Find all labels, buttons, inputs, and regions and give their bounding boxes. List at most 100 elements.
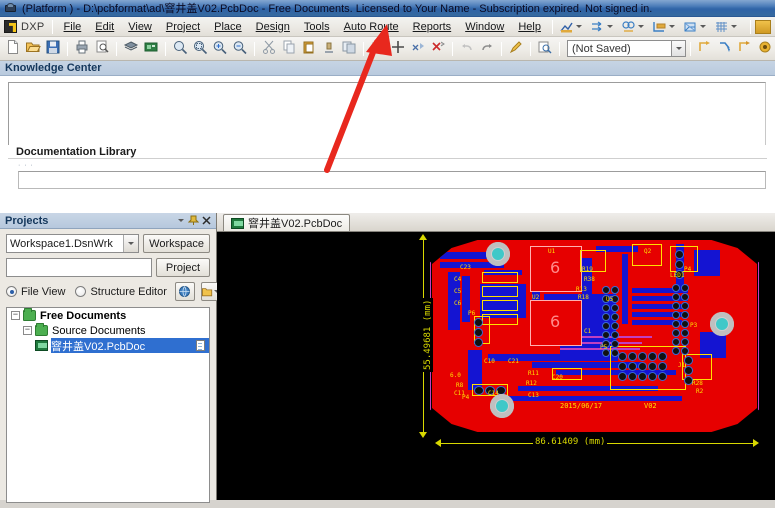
move-button[interactable] — [388, 39, 408, 59]
deselect-button[interactable] — [428, 39, 448, 59]
zoom-out-button[interactable] — [230, 39, 250, 59]
menu-reports[interactable]: Reports — [406, 18, 459, 36]
extra-toolbar-icon[interactable] — [755, 19, 771, 34]
menu-file[interactable]: File — [57, 18, 89, 36]
tree-node-pcb-document[interactable]: 窨井盖V02.PcbDoc — [7, 338, 209, 353]
file-view-radio[interactable] — [6, 286, 17, 297]
zoom-area-button[interactable] — [170, 39, 190, 59]
grid-icon — [714, 20, 729, 34]
menu-bar: DXP File Edit View Project Place Design … — [0, 17, 775, 37]
pcb-canvas[interactable]: 6 6 U1 C23 C4 C5 C6 P6 C10 C21 6.0 R8 C1… — [217, 232, 775, 500]
print-preview-button[interactable] — [92, 39, 112, 59]
place-arc-button[interactable] — [735, 39, 755, 59]
save-button[interactable] — [43, 39, 63, 59]
menu-auto-route[interactable]: Auto Route — [337, 18, 406, 36]
open-document-button[interactable] — [23, 39, 43, 59]
project-tree[interactable]: − Free Documents − Source Documents 窨井盖V… — [6, 307, 210, 503]
board-shape-dropdown-icon[interactable] — [668, 25, 675, 28]
workspace-select[interactable]: Workspace1.DsnWrk — [6, 234, 140, 253]
pcb-designator-c6: C6 — [454, 300, 462, 307]
menu-window-label: Window — [465, 20, 505, 33]
workspace-button[interactable]: Workspace — [143, 234, 210, 253]
tree-node-pcb-document-selected[interactable]: 窨井盖V02.PcbDoc — [51, 338, 209, 353]
pin-icon[interactable] — [187, 214, 200, 227]
grid-dropdown-icon[interactable] — [730, 25, 737, 28]
expander-icon[interactable]: − — [23, 326, 32, 335]
menu-separator-1 — [51, 19, 53, 34]
board-shape-button[interactable] — [650, 20, 681, 34]
pcb-document-icon — [231, 217, 244, 229]
tab-pcb-document[interactable]: 窨井盖V02.PcbDoc — [223, 214, 351, 231]
redo-button[interactable] — [477, 39, 497, 59]
menu-edit[interactable]: Edit — [88, 18, 121, 36]
view-mode-row: File View Structure Editor — [6, 282, 225, 301]
place-track-button[interactable] — [715, 39, 735, 59]
pcb-silk-date: 2015/06/17 — [560, 402, 603, 410]
route-dropdown-icon[interactable] — [606, 25, 613, 28]
pcb-designator-r28: R28 — [692, 380, 703, 387]
dxp-button[interactable]: DXP — [4, 20, 45, 33]
tree-node-source-documents[interactable]: − Source Documents — [7, 323, 209, 338]
pcb-designator-f1: LED1 — [670, 272, 685, 279]
copy-button[interactable] — [279, 39, 299, 59]
highlight-button[interactable] — [506, 39, 526, 59]
pcb-designator-u2: U2 — [532, 294, 540, 301]
new-document-button[interactable] — [3, 39, 23, 59]
folder-icon — [35, 323, 48, 336]
document-selector-dropdown[interactable] — [672, 40, 686, 57]
panel-menu-icon[interactable] — [174, 214, 187, 227]
dimension-arrow-up-icon — [419, 234, 427, 240]
menu-design[interactable]: Design — [249, 18, 297, 36]
move-icon — [390, 39, 406, 58]
copy-icon — [281, 39, 297, 58]
undo-button[interactable] — [457, 39, 477, 59]
workspace-select-dropdown[interactable] — [123, 235, 139, 252]
documentation-library-title: Documentation Library — [16, 145, 137, 158]
place-line-button[interactable] — [695, 39, 715, 59]
menu-window[interactable]: Window — [458, 18, 511, 36]
dimension-button[interactable] — [619, 20, 650, 34]
net-analysis-button[interactable] — [557, 20, 588, 34]
dimension-arrow-down-icon — [419, 432, 427, 438]
browse-components-button[interactable] — [535, 39, 555, 59]
print-button[interactable] — [72, 39, 92, 59]
layer-stack-dropdown-icon[interactable] — [699, 25, 706, 28]
select-area-button[interactable] — [368, 39, 388, 59]
menu-project[interactable]: Project — [159, 18, 207, 36]
menu-file-label: File — [63, 20, 82, 33]
board-3d-button[interactable] — [121, 39, 141, 59]
knowledge-center-panel: Knowledge Center Documentation Library ·… — [0, 61, 775, 213]
globe-button[interactable] — [174, 282, 195, 301]
cut-button[interactable] — [259, 39, 279, 59]
document-selector[interactable]: (Not Saved) — [567, 40, 672, 57]
dimension-dropdown-icon[interactable] — [637, 25, 644, 28]
project-button[interactable]: Project — [156, 258, 210, 277]
net-analysis-dropdown-icon[interactable] — [575, 25, 582, 28]
structure-editor-radio[interactable] — [75, 286, 87, 297]
toolbar-separator-9 — [559, 41, 560, 56]
board-planner-button[interactable] — [141, 39, 161, 59]
file-view-label: File View — [21, 285, 66, 298]
clear-selection-button[interactable] — [408, 39, 428, 59]
layer-stack-button[interactable] — [681, 20, 712, 34]
route-button[interactable] — [588, 20, 619, 34]
menu-view[interactable]: View — [121, 18, 159, 36]
clone-button[interactable] — [339, 39, 359, 59]
board-shape-icon — [652, 20, 667, 34]
rubber-stamp-button[interactable] — [319, 39, 339, 59]
paste-button[interactable] — [299, 39, 319, 59]
tree-node-free-documents[interactable]: − Free Documents — [7, 308, 209, 323]
projects-panel-title: Projects — [5, 214, 49, 227]
menu-place[interactable]: Place — [207, 18, 249, 36]
menu-tools[interactable]: Tools — [297, 18, 337, 36]
close-icon[interactable] — [200, 214, 213, 227]
zoom-fit-button[interactable] — [190, 39, 210, 59]
place-arc-icon — [737, 39, 753, 58]
place-pad-button[interactable] — [755, 39, 775, 59]
menu-help[interactable]: Help — [511, 18, 548, 36]
grid-button[interactable] — [712, 20, 743, 34]
expander-icon[interactable]: − — [11, 311, 20, 320]
project-select[interactable] — [6, 258, 152, 277]
zoom-in-button[interactable] — [210, 39, 230, 59]
documentation-library-content-area[interactable] — [18, 171, 766, 189]
